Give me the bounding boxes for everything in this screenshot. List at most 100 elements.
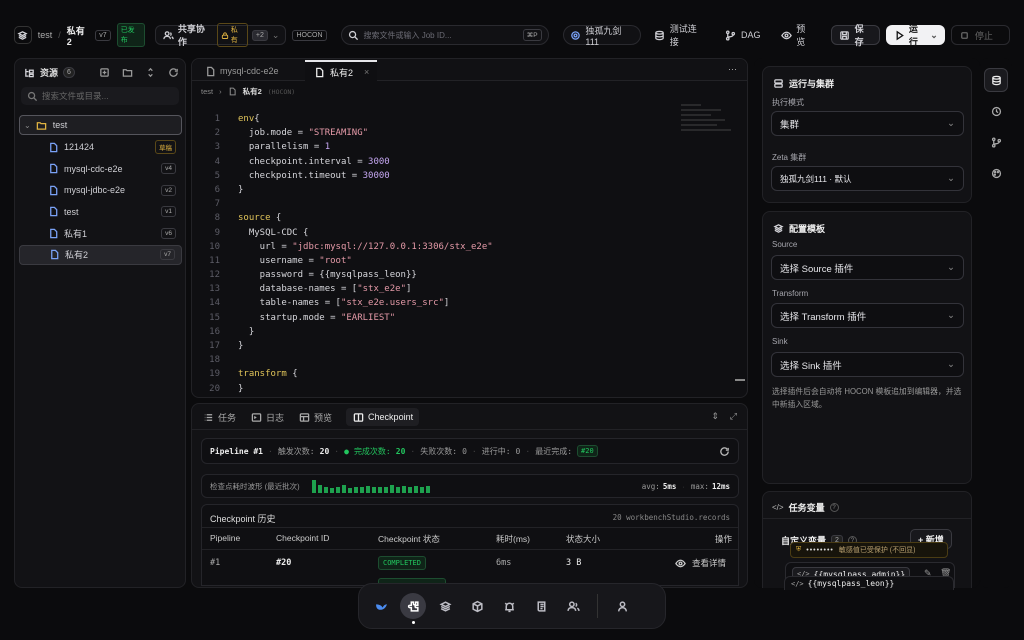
chevron-down-icon: ⌄ xyxy=(947,359,955,370)
code-line[interactable]: 11 username = "root" xyxy=(192,254,672,268)
wave-bar xyxy=(342,485,346,493)
code-line[interactable]: 10 url = "jdbc:mysql://127.0.0.1:3306/st… xyxy=(192,240,672,254)
file-item[interactable]: mysql-cdc-e2e v4 xyxy=(19,159,182,179)
dag-button[interactable]: DAG xyxy=(718,25,768,45)
code-line[interactable]: 12 password = {{mysqlpass_leon}} xyxy=(192,268,672,282)
tab-tasks[interactable]: 任务 xyxy=(202,411,236,424)
dock-app-logo[interactable] xyxy=(368,593,394,619)
cluster-chip[interactable]: 独孤九剑111 xyxy=(562,25,641,47)
run-button[interactable]: 运行 ⌄ xyxy=(886,24,945,47)
file-item[interactable]: 私有2 v7 xyxy=(19,244,182,265)
source-plugin-select[interactable]: 选择 Source 插件 ⌄ xyxy=(771,255,964,280)
preview-button[interactable]: 预览 xyxy=(774,24,821,47)
dock-team[interactable] xyxy=(560,593,586,619)
refresh-icon[interactable] xyxy=(718,445,730,457)
table-header-cell: Checkpoint ID xyxy=(276,533,330,543)
right-rail xyxy=(980,58,1012,588)
zeta-cluster-select[interactable]: 独孤九剑111 · 默认 ⌄ xyxy=(771,166,964,191)
sidebar-search-input[interactable]: 搜索文件或目录... xyxy=(42,90,109,102)
wave-bar xyxy=(318,485,322,493)
wave-bar xyxy=(378,487,382,493)
breadcrumb-root[interactable]: test xyxy=(38,30,53,40)
table-header-cell: 操作 xyxy=(714,534,732,544)
collab-chip[interactable]: 共享协作 私有 +2 ⌄ xyxy=(155,23,287,47)
sidebar-search[interactable]: 搜索文件或目录... xyxy=(21,87,179,105)
tab-checkpoint[interactable]: Checkpoint xyxy=(346,408,420,426)
code-line[interactable]: 7 xyxy=(192,197,672,211)
database-rail-button[interactable] xyxy=(984,68,1008,92)
help-icon[interactable]: ? xyxy=(829,503,839,512)
code-line[interactable]: 16 } xyxy=(192,325,672,339)
minimap xyxy=(681,101,741,151)
expand-vertical-icon[interactable]: ⇕ xyxy=(711,411,719,422)
sort-icon[interactable] xyxy=(144,67,156,79)
view-details-button[interactable]: 查看详情 xyxy=(675,557,726,569)
dock-box[interactable] xyxy=(464,593,490,619)
file-item[interactable]: test v1 xyxy=(19,202,182,222)
tab-mysql-cdc-e2e[interactable]: mysql-cdc-e2e xyxy=(198,61,285,81)
tab-preview[interactable]: 预览 xyxy=(298,411,332,424)
new-folder-icon[interactable] xyxy=(121,67,133,79)
collab-label: 共享协作 xyxy=(177,24,205,47)
palette-icon[interactable] xyxy=(990,167,1002,179)
save-button[interactable]: 保存 xyxy=(830,24,881,47)
dock-plugin[interactable] xyxy=(400,593,426,624)
wave-bar xyxy=(366,486,370,493)
scrollbar[interactable] xyxy=(735,379,745,381)
code-line[interactable]: 3 parallelism = 1 xyxy=(192,140,672,154)
code-line[interactable]: 17} xyxy=(192,339,672,353)
code-icon: </> xyxy=(791,579,804,588)
search-icon xyxy=(348,29,360,41)
file-code-icon xyxy=(204,65,216,77)
code-area[interactable]: 1 env{2 job.mode = "STREAMING" 3 paralleli… xyxy=(192,104,672,396)
line-number: 8 xyxy=(214,213,220,224)
code-line[interactable]: 15 startup.mode = "EARLIEST" xyxy=(192,311,672,325)
wave-bar xyxy=(372,487,376,493)
code-line[interactable]: 13 database-names = ["stx_e2e"] xyxy=(192,282,672,296)
code-line[interactable]: 19 transform { xyxy=(192,367,672,381)
dock-scroll[interactable] xyxy=(528,593,554,619)
dock-profile[interactable] xyxy=(609,593,635,619)
line-number: 17 xyxy=(209,341,220,351)
secret-value: ⛨ •••••••• 敏感值已受保护 (不回显) xyxy=(790,542,948,558)
code-line[interactable]: 2 job.mode = "STREAMING" xyxy=(192,126,672,140)
code-line[interactable]: 14 table-names = ["stx_e2e.users_src"] xyxy=(192,296,672,310)
box-icon xyxy=(471,600,483,612)
dock-layers[interactable] xyxy=(432,593,458,619)
more-icon[interactable]: ⋯ xyxy=(728,64,737,75)
tab-private2[interactable]: 私有2 × xyxy=(305,60,378,82)
exec-mode-select[interactable]: 集群 ⌄ xyxy=(771,111,964,136)
file-item[interactable]: 私有1 v6 xyxy=(19,223,182,243)
code-line[interactable]: 18 xyxy=(192,353,672,367)
search-icon xyxy=(26,90,38,102)
code-line[interactable]: 5 checkpoint.timeout = 30000 xyxy=(192,169,672,183)
code-line[interactable]: 1 env{ xyxy=(192,112,672,126)
code-line[interactable]: 9 MySQL-CDC { xyxy=(192,226,672,240)
code-line[interactable]: 6} xyxy=(192,183,672,197)
job-title: 私有2 xyxy=(66,25,85,47)
search-box[interactable]: 搜索文件或输入 Job ID... ⌘P xyxy=(340,25,549,45)
code-line[interactable]: 20} xyxy=(192,382,672,396)
new-file-icon[interactable] xyxy=(98,67,110,79)
transform-plugin-select[interactable]: 选择 Transform 插件 ⌄ xyxy=(771,303,964,328)
breadcrumb-sep: / xyxy=(58,30,61,40)
clock-icon[interactable] xyxy=(990,105,1002,117)
sink-plugin-select[interactable]: 选择 Sink 插件 ⌄ xyxy=(771,352,964,377)
file-item[interactable]: 121424 草稿 xyxy=(19,137,182,157)
table-header-cell: 耗时(ms) xyxy=(496,534,530,544)
tab-logs[interactable]: 日志 xyxy=(250,411,284,424)
test-connection-button[interactable]: 测试连接 xyxy=(647,24,712,47)
code-line[interactable]: 8 source { xyxy=(192,211,672,225)
dock-alerts[interactable] xyxy=(496,593,522,619)
search-input[interactable]: 搜索文件或输入 Job ID... xyxy=(364,30,519,41)
code-line[interactable]: 4 checkpoint.interval = 3000 xyxy=(192,155,672,169)
line-number: 15 xyxy=(209,312,220,323)
git-branch-icon[interactable] xyxy=(990,136,1002,148)
wave-bar xyxy=(414,486,418,493)
stop-button[interactable]: 停止 xyxy=(950,25,1010,45)
refresh-icon[interactable] xyxy=(167,67,179,79)
close-icon[interactable]: × xyxy=(364,67,369,77)
folder-test[interactable]: ⌄ test xyxy=(19,115,182,135)
file-item[interactable]: mysql-jdbc-e2e v2 xyxy=(19,180,182,200)
maximize-icon[interactable]: ⤢ xyxy=(730,411,737,422)
